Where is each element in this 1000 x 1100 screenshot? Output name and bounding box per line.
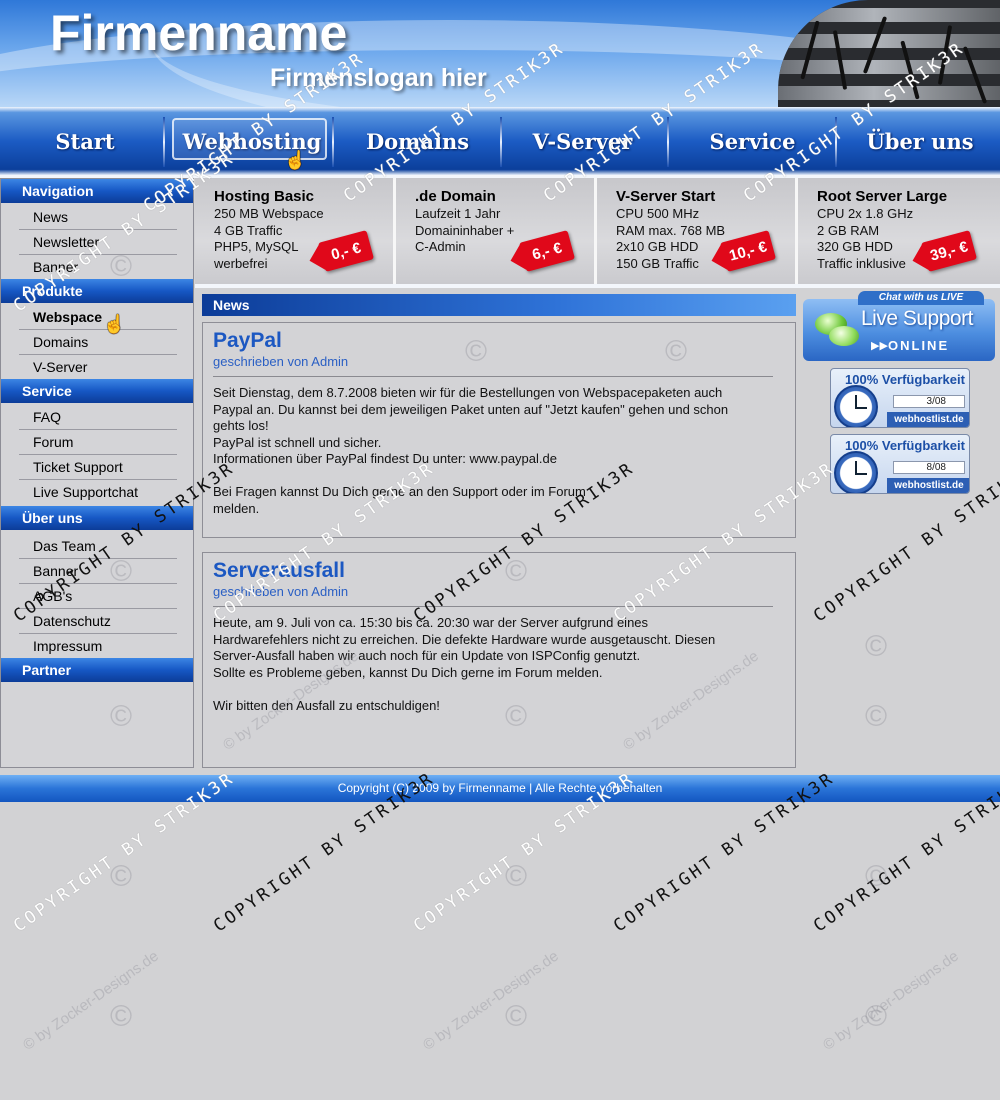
nav-separator	[332, 117, 334, 167]
sidebar-heading-ueber-uns: Über uns	[1, 506, 193, 530]
nav-separator	[667, 117, 669, 167]
site-header: Firmenname Firmenslogan hier	[0, 0, 1000, 107]
sidebar-item-banner[interactable]: Banner	[19, 255, 177, 280]
sidebar-item-datenschutz[interactable]: Datenschutz	[19, 609, 177, 634]
product-teasers: Hosting Basic 250 MB Webspace 4 GB Traff…	[195, 178, 1000, 284]
availability-month: 8/08	[893, 461, 965, 474]
availability-month: 3/08	[893, 395, 965, 408]
sidebar-item-banner-2[interactable]: Banner	[19, 559, 177, 584]
news-author: geschrieben von Admin	[213, 354, 349, 369]
hand-cursor-icon: ☝	[103, 314, 126, 334]
news-title[interactable]: PayPal	[213, 329, 785, 353]
divider	[213, 376, 773, 377]
product-root-server-large[interactable]: Root Server Large CPU 2x 1.8 GHz 2 GB RA…	[798, 178, 1000, 284]
sidebar-item-news[interactable]: News	[19, 205, 177, 230]
divider	[195, 284, 1000, 288]
nav-v-server[interactable]: V-Server	[505, 107, 660, 175]
sidebar-item-webspace[interactable]: Webspace	[19, 305, 177, 330]
sidebar-heading-produkte: Produkte	[1, 279, 193, 303]
product-feature: 250 MB Webspace	[214, 206, 324, 221]
nav-domains[interactable]: Domains	[340, 107, 495, 175]
copyright-circle-mark: ©	[865, 630, 888, 663]
sidebar-item-newsletter[interactable]: Newsletter	[19, 230, 177, 255]
product-de-domain[interactable]: .de Domain Laufzeit 1 Jahr Domaininhaber…	[396, 178, 597, 284]
product-feature: 2 GB RAM	[817, 222, 880, 238]
copyright-circle-mark: ©	[865, 860, 888, 893]
nav-separator	[500, 117, 502, 167]
availability-title: 100% Verfügbarkeit	[845, 438, 965, 453]
sidebar-item-domains[interactable]: Domains	[19, 330, 177, 355]
sidebar-item-live-supportchat[interactable]: Live Supportchat	[19, 480, 177, 505]
copyright-circle-mark: ©	[865, 700, 888, 733]
nav-ueber-uns[interactable]: Über uns	[840, 107, 1000, 175]
sidebar-item-faq[interactable]: FAQ	[19, 405, 177, 430]
availability-title: 100% Verfügbarkeit	[845, 372, 965, 387]
divider	[213, 606, 773, 607]
nav-service[interactable]: Service	[675, 107, 830, 175]
availability-site: webhostlist.de	[887, 478, 969, 493]
news-body: Heute, am 9. Juli von ca. 15:30 bis ca. …	[213, 615, 716, 713]
product-v-server-start[interactable]: V-Server Start CPU 500 MHz RAM max. 768 …	[597, 178, 798, 284]
news-post-serverausfall: Serverausfall geschrieben von Admin Heut…	[202, 552, 796, 768]
zocker-watermark: © by Zocker-Designs.de	[20, 947, 162, 1054]
clock-icon	[834, 451, 878, 493]
sidebar-item-impressum[interactable]: Impressum	[19, 634, 177, 659]
site-footer: Copyright (C) 2009 by Firmenname | Alle …	[0, 775, 1000, 802]
product-feature: Laufzeit 1 Jahr	[415, 206, 501, 221]
product-title: V-Server Start	[616, 188, 716, 205]
availability-badge[interactable]: 100% Verfügbarkeit 3/08 webhostlist.de	[830, 368, 970, 428]
nav-separator	[835, 117, 837, 167]
news-body: Seit Dienstag, dem 8.7.2008 bieten wir f…	[213, 385, 729, 516]
availability-site: webhostlist.de	[887, 412, 969, 427]
copyright-circle-mark: ©	[505, 860, 528, 893]
clock-icon	[834, 385, 878, 427]
live-support-title: Live Support	[861, 307, 973, 330]
product-title: Hosting Basic	[214, 188, 315, 205]
news-heading: News	[202, 294, 796, 316]
copyright-circle-mark: ©	[110, 1000, 133, 1033]
copyright-circle-mark: ©	[865, 1000, 888, 1033]
product-hosting-basic[interactable]: Hosting Basic 250 MB Webspace 4 GB Traff…	[195, 178, 396, 284]
server-rack-image	[778, 0, 1000, 107]
nav-start[interactable]: Start	[20, 107, 150, 175]
sidebar-item-ticket-support[interactable]: Ticket Support	[19, 455, 177, 480]
product-feature: CPU 2x 1.8 GHz	[817, 206, 914, 221]
zocker-watermark: © by Zocker-Designs.de	[820, 947, 962, 1054]
news-title[interactable]: Serverausfall	[213, 559, 785, 583]
product-feature: CPU 500 MHz	[616, 206, 700, 221]
company-slogan: Firmenslogan hier	[270, 64, 487, 92]
sidebar-item-das-team[interactable]: Das Team	[19, 534, 177, 559]
sidebar-item-agbs[interactable]: AGB's	[19, 584, 177, 609]
news-post-paypal: PayPal geschrieben von Admin Seit Dienst…	[202, 322, 796, 538]
company-name[interactable]: Firmenname	[50, 4, 347, 62]
live-support-tab: Chat with us LIVE	[858, 291, 984, 305]
live-support-button[interactable]: Chat with us LIVE Live Support ▶▶ ONLINE	[803, 291, 995, 361]
live-support-status: ONLINE	[888, 338, 950, 353]
sidebar-item-forum[interactable]: Forum	[19, 430, 177, 455]
chat-bubble-icon	[829, 326, 859, 346]
sidebar-heading-service: Service	[1, 379, 193, 403]
sidebar: Navigation News Newsletter Banner Produk…	[0, 178, 194, 768]
sidebar-item-v-server[interactable]: V-Server	[19, 355, 177, 380]
sidebar-heading-partner: Partner	[1, 658, 193, 682]
copyright-circle-mark: ©	[110, 860, 133, 893]
copyright-circle-mark: ©	[505, 1000, 528, 1033]
product-title: Root Server Large	[817, 188, 948, 205]
hand-cursor-icon: ☝	[284, 150, 307, 170]
sidebar-heading-navigation: Navigation	[1, 179, 193, 203]
nav-separator	[163, 117, 165, 167]
availability-badge[interactable]: 100% Verfügbarkeit 8/08 webhostlist.de	[830, 434, 970, 494]
product-title: .de Domain	[415, 188, 496, 205]
news-author: geschrieben von Admin	[213, 584, 349, 599]
zocker-watermark: © by Zocker-Designs.de	[420, 947, 562, 1054]
double-arrow-icon: ▶▶	[871, 340, 888, 352]
